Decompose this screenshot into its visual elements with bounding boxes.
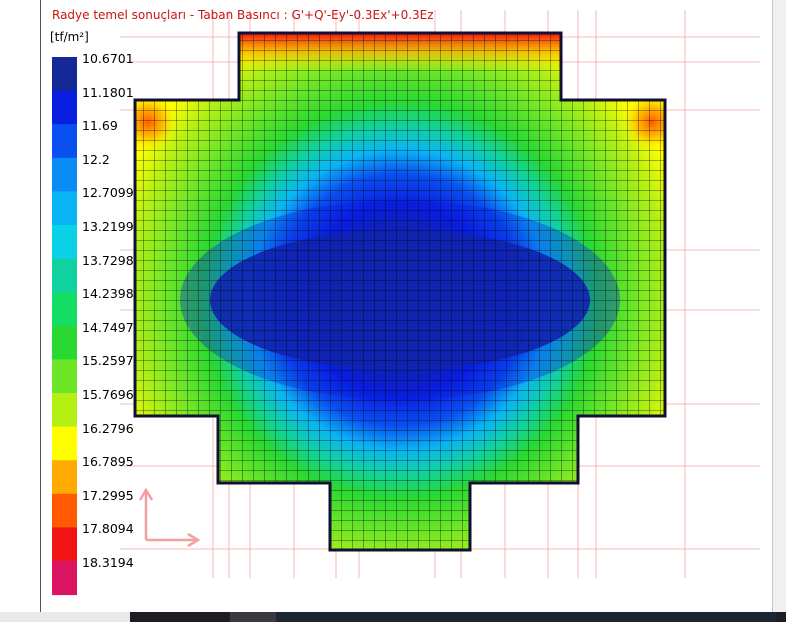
legend-value: 12.2: [82, 151, 110, 167]
legend-value: 14.2398: [82, 286, 134, 302]
legend-swatch: [52, 258, 77, 293]
legend-value: 13.7298: [82, 252, 134, 268]
legend-value: 15.2597: [82, 353, 134, 369]
legend-swatch: [52, 124, 77, 159]
legend-swatch: [52, 393, 77, 428]
taskbar: [0, 612, 786, 622]
legend-value: 13.2199: [82, 219, 134, 234]
legend-color-bar: [52, 57, 77, 596]
legend-value: 14.7497: [82, 319, 134, 335]
legend-value: 11.69: [82, 118, 118, 134]
legend-swatch: [52, 493, 77, 528]
legend-swatch: [52, 57, 77, 92]
result-title: Radye temel sonuçları - Taban Basıncı : …: [52, 8, 434, 22]
legend-swatch: [52, 191, 77, 226]
legend-swatch: [52, 359, 77, 394]
legend-value: 18.3194: [82, 555, 134, 570]
legend-value: 12.7099: [82, 185, 134, 201]
taskbar-segment: [0, 612, 130, 622]
taskbar-segment: [230, 612, 276, 622]
legend-swatch: [52, 460, 77, 495]
slab-pressure-contour[interactable]: [118, 30, 682, 555]
taskbar-segment: [276, 612, 776, 622]
legend-swatch: [52, 292, 77, 327]
legend-swatch: [52, 426, 77, 461]
axes-icon: [138, 487, 201, 548]
legend-swatch: [52, 157, 77, 192]
legend-value: 15.7696: [82, 387, 134, 402]
legend-value: 10.6701: [82, 51, 134, 66]
legend-value: 17.8094: [82, 521, 134, 537]
legend-swatch: [52, 90, 77, 125]
legend-value: 11.1801: [82, 84, 134, 100]
structural-viewport[interactable]: Radye temel sonuçları - Taban Basıncı : …: [0, 0, 786, 622]
legend-swatch: [52, 225, 77, 260]
legend-value: 17.2995: [82, 487, 134, 503]
legend-swatch: [52, 561, 77, 596]
legend-swatch: [52, 325, 77, 360]
legend-value: 16.2796: [82, 420, 134, 436]
legend-swatch: [52, 527, 77, 562]
legend-unit: [tf/m²]: [50, 30, 89, 44]
legend-value: 16.7895: [82, 454, 134, 470]
